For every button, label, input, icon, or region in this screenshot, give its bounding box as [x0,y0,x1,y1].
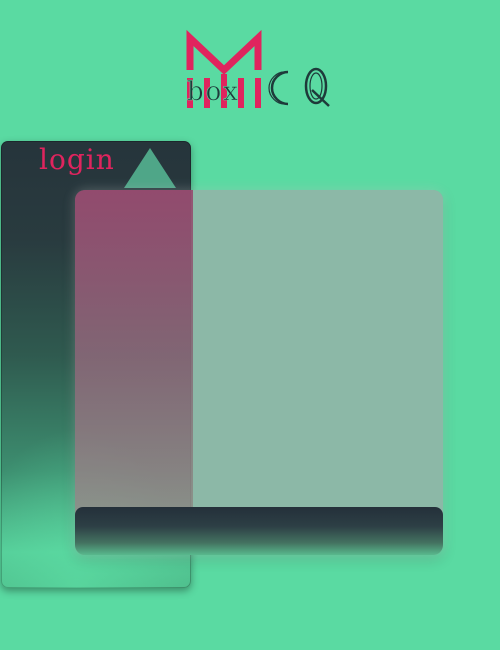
login-card [75,190,443,555]
logo-mark-icon: box [186,29,330,108]
login-title: login [39,143,115,176]
triangle-up-icon [124,148,176,188]
panel-toggle-button[interactable] [124,148,176,188]
brand-logo: box [184,29,334,110]
card-footer [75,507,443,555]
logo-text: box [187,77,240,107]
